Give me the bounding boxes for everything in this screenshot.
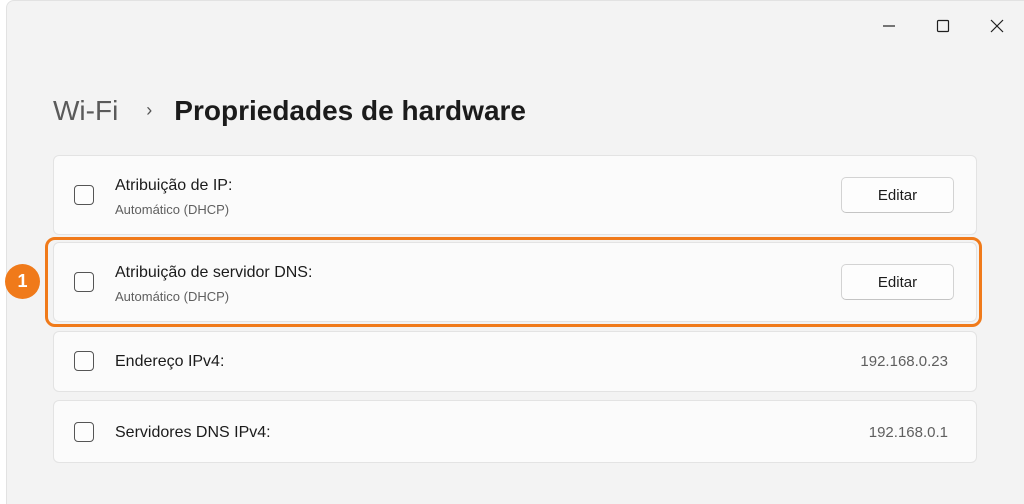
row-subtitle: Automático (DHCP) bbox=[115, 289, 230, 304]
settings-window: Wi-Fi › Propriedades de hardware Atribui… bbox=[6, 0, 1024, 504]
row-title: Atribuição de IP: bbox=[115, 177, 233, 194]
edit-ip-button[interactable]: Editar bbox=[841, 177, 954, 213]
minimize-button[interactable] bbox=[862, 1, 916, 51]
step-badge: 1 bbox=[5, 264, 40, 299]
setting-row-dns-assignment: Atribuição de servidor DNS: Automático (… bbox=[53, 242, 977, 322]
page-title: Propriedades de hardware bbox=[174, 95, 526, 126]
checkbox[interactable] bbox=[74, 185, 94, 205]
row-subtitle: Automático (DHCP) bbox=[115, 202, 230, 217]
row-value: 192.168.0.23 bbox=[860, 353, 948, 370]
row-title: Atribuição de servidor DNS: bbox=[115, 264, 313, 281]
close-icon bbox=[990, 19, 1004, 33]
maximize-icon bbox=[936, 19, 950, 33]
breadcrumb: Wi-Fi › Propriedades de hardware bbox=[53, 89, 526, 133]
row-title: Endereço IPv4: bbox=[115, 353, 225, 370]
maximize-button[interactable] bbox=[916, 1, 970, 51]
close-button[interactable] bbox=[970, 1, 1024, 51]
row-title: Servidores DNS IPv4: bbox=[115, 424, 271, 441]
setting-row-ip-assignment: Atribuição de IP: Automático (DHCP) Edit… bbox=[53, 155, 977, 235]
setting-row-ipv4-address: Endereço IPv4: 192.168.0.23 bbox=[53, 331, 977, 392]
checkbox[interactable] bbox=[74, 351, 94, 371]
minimize-icon bbox=[883, 25, 895, 27]
chevron-right-icon: › bbox=[146, 99, 153, 120]
edit-dns-button[interactable]: Editar bbox=[841, 264, 954, 300]
breadcrumb-wifi-link[interactable]: Wi-Fi bbox=[53, 95, 118, 127]
checkbox[interactable] bbox=[74, 272, 94, 292]
setting-row-ipv4-dns-servers: Servidores DNS IPv4: 192.168.0.1 bbox=[53, 400, 977, 463]
row-value: 192.168.0.1 bbox=[868, 424, 948, 441]
window-controls bbox=[862, 1, 1024, 51]
checkbox[interactable] bbox=[74, 422, 94, 442]
